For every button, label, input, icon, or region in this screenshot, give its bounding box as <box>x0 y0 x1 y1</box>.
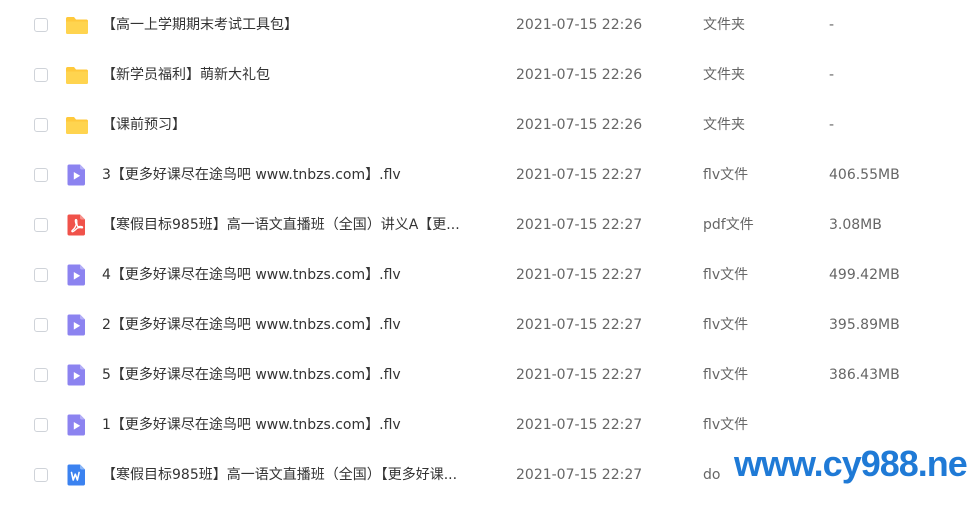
file-type: do <box>703 467 721 483</box>
file-size: 386.43MB <box>829 367 900 383</box>
file-row[interactable]: 【课前预习】 2021-07-15 22:26 文件夹 - <box>0 100 967 150</box>
file-date: 2021-07-15 22:27 <box>516 167 643 183</box>
row-checkbox[interactable] <box>34 168 48 182</box>
row-checkbox[interactable] <box>34 18 48 32</box>
file-date: 2021-07-15 22:27 <box>516 217 643 233</box>
video-file-icon <box>65 363 89 387</box>
file-name[interactable]: 【寒假目标985班】高一语文直播班（全国）【更多好课... <box>102 466 497 484</box>
row-checkbox[interactable] <box>34 468 48 482</box>
file-row[interactable]: 5【更多好课尽在途鸟吧 www.tnbzs.com】.flv 2021-07-15… <box>0 350 967 400</box>
video-file-icon <box>65 313 89 337</box>
file-row[interactable]: 【寒假目标985班】高一语文直播班（全国）讲义A【更... 2021-07-15 … <box>0 200 967 250</box>
file-name[interactable]: 5【更多好课尽在途鸟吧 www.tnbzs.com】.flv <box>102 366 497 384</box>
file-date: 2021-07-15 22:27 <box>516 467 643 483</box>
folder-icon <box>65 63 89 87</box>
file-type: pdf文件 <box>703 217 754 233</box>
file-size: - <box>829 67 835 83</box>
file-type: flv文件 <box>703 167 749 183</box>
file-size: 395.89MB <box>829 317 900 333</box>
file-name[interactable]: 【课前预习】 <box>102 116 497 134</box>
video-file-icon <box>65 263 89 287</box>
pdf-file-icon <box>65 213 89 237</box>
file-type: flv文件 <box>703 417 749 433</box>
file-row[interactable]: 【新学员福利】萌新大礼包 2021-07-15 22:26 文件夹 - <box>0 50 967 100</box>
file-size: - <box>829 117 835 133</box>
word-file-icon <box>65 463 89 487</box>
file-size: - <box>829 17 835 33</box>
file-type: 文件夹 <box>703 17 745 33</box>
watermark: www.cy988.net <box>726 440 967 488</box>
file-name[interactable]: 1【更多好课尽在途鸟吧 www.tnbzs.com】.flv <box>102 416 497 434</box>
row-checkbox[interactable] <box>34 368 48 382</box>
file-row[interactable]: 4【更多好课尽在途鸟吧 www.tnbzs.com】.flv 2021-07-15… <box>0 250 967 300</box>
file-type: 文件夹 <box>703 67 745 83</box>
row-checkbox[interactable] <box>34 268 48 282</box>
file-name[interactable]: 【高一上学期期末考试工具包】 <box>102 16 497 34</box>
file-type: flv文件 <box>703 367 749 383</box>
file-type: 文件夹 <box>703 117 745 133</box>
file-date: 2021-07-15 22:27 <box>516 367 643 383</box>
file-date: 2021-07-15 22:27 <box>516 417 643 433</box>
row-checkbox[interactable] <box>34 218 48 232</box>
folder-icon <box>65 113 89 137</box>
file-name[interactable]: 【寒假目标985班】高一语文直播班（全国）讲义A【更... <box>102 216 497 234</box>
row-checkbox[interactable] <box>34 68 48 82</box>
file-date: 2021-07-15 22:26 <box>516 117 643 133</box>
file-date: 2021-07-15 22:27 <box>516 317 643 333</box>
folder-icon <box>65 13 89 37</box>
file-name[interactable]: 3【更多好课尽在途鸟吧 www.tnbzs.com】.flv <box>102 166 497 184</box>
file-name[interactable]: 4【更多好课尽在途鸟吧 www.tnbzs.com】.flv <box>102 266 497 284</box>
file-date: 2021-07-15 22:27 <box>516 267 643 283</box>
file-list: 【高一上学期期末考试工具包】 2021-07-15 22:26 文件夹 - 【新学员福… <box>0 0 967 500</box>
file-type: flv文件 <box>703 267 749 283</box>
file-size: 406.55MB <box>829 167 900 183</box>
file-row[interactable]: 2【更多好课尽在途鸟吧 www.tnbzs.com】.flv 2021-07-15… <box>0 300 967 350</box>
file-date: 2021-07-15 22:26 <box>516 67 643 83</box>
file-name[interactable]: 2【更多好课尽在途鸟吧 www.tnbzs.com】.flv <box>102 316 497 334</box>
file-type: flv文件 <box>703 317 749 333</box>
file-name[interactable]: 【新学员福利】萌新大礼包 <box>102 66 497 84</box>
file-row[interactable]: 【高一上学期期末考试工具包】 2021-07-15 22:26 文件夹 - <box>0 0 967 50</box>
video-file-icon <box>65 163 89 187</box>
file-row[interactable]: 3【更多好课尽在途鸟吧 www.tnbzs.com】.flv 2021-07-15… <box>0 150 967 200</box>
row-checkbox[interactable] <box>34 418 48 432</box>
row-checkbox[interactable] <box>34 118 48 132</box>
video-file-icon <box>65 413 89 437</box>
row-checkbox[interactable] <box>34 318 48 332</box>
file-size: 3.08MB <box>829 217 882 233</box>
file-date: 2021-07-15 22:26 <box>516 17 643 33</box>
file-size: 499.42MB <box>829 267 900 283</box>
